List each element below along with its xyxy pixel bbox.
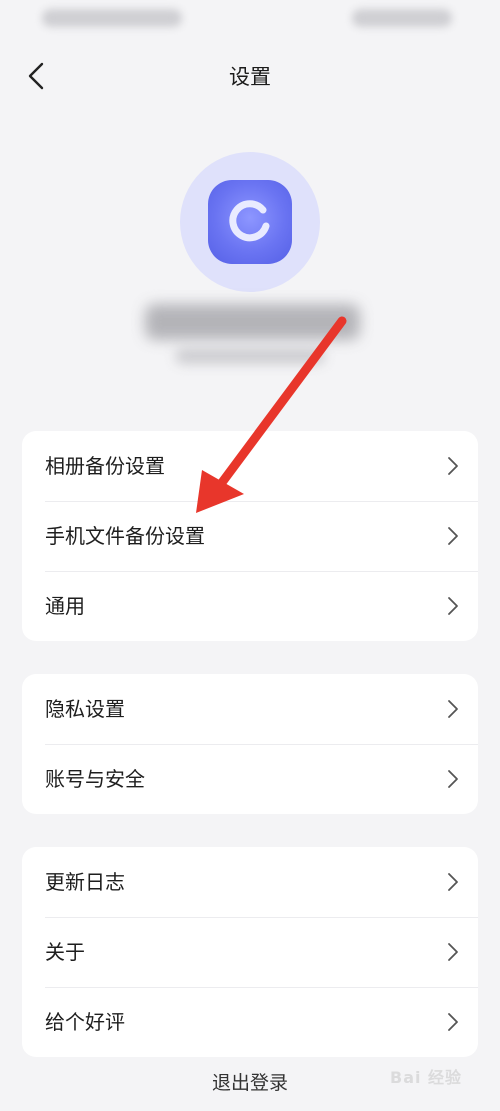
settings-group-account: 隐私设置 账号与安全 (22, 674, 478, 814)
app-logo-icon (208, 180, 292, 264)
row-label: 给个好评 (45, 1010, 125, 1034)
row-label: 隐私设置 (45, 697, 125, 721)
chevron-right-icon (448, 527, 458, 545)
row-album-backup[interactable]: 相册备份设置 (22, 431, 478, 501)
chevron-right-icon (448, 1013, 458, 1031)
row-label: 通用 (45, 594, 85, 618)
chevron-right-icon (448, 943, 458, 961)
status-bar (0, 0, 500, 44)
row-about[interactable]: 关于 (22, 917, 478, 987)
chevron-right-icon (448, 770, 458, 788)
row-label: 账号与安全 (45, 767, 145, 791)
chevron-right-icon (448, 457, 458, 475)
status-bar-blurred-right (352, 9, 452, 27)
row-label: 手机文件备份设置 (45, 524, 205, 548)
row-label: 更新日志 (45, 870, 125, 894)
row-rate-app[interactable]: 给个好评 (22, 987, 478, 1057)
row-account-security[interactable]: 账号与安全 (22, 744, 478, 814)
watermark-text: Bai 经验 (390, 1068, 463, 1087)
username-blurred (145, 304, 360, 340)
chevron-right-icon (448, 873, 458, 891)
row-general[interactable]: 通用 (22, 571, 478, 641)
chevron-right-icon (448, 700, 458, 718)
chevron-right-icon (448, 597, 458, 615)
settings-group-backup: 相册备份设置 手机文件备份设置 通用 (22, 431, 478, 641)
row-label: 相册备份设置 (45, 454, 165, 478)
row-label: 关于 (45, 940, 85, 964)
row-privacy-settings[interactable]: 隐私设置 (22, 674, 478, 744)
settings-group-about: 更新日志 关于 给个好评 (22, 847, 478, 1057)
status-bar-blurred-left (42, 9, 182, 27)
row-changelog[interactable]: 更新日志 (22, 847, 478, 917)
page-title: 设置 (229, 65, 271, 89)
baidu-watermark: Bai 经验 (390, 1056, 494, 1096)
user-id-blurred (175, 348, 325, 364)
nav-bar: 设置 (0, 48, 500, 102)
avatar[interactable] (180, 152, 320, 292)
row-phone-file-backup[interactable]: 手机文件备份设置 (22, 501, 478, 571)
